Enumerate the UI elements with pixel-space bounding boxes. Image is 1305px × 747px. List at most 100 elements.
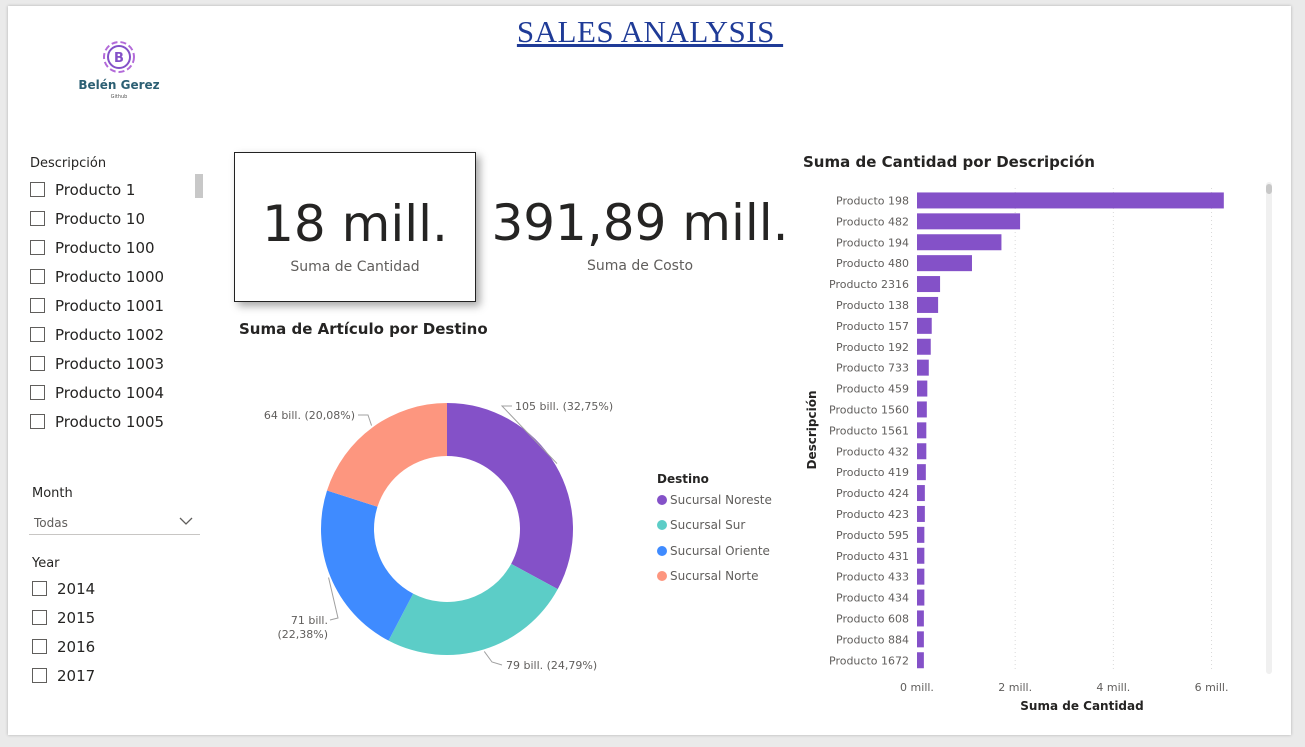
y-tick-label: Producto 432 [836,445,909,458]
bar[interactable] [917,547,925,564]
bar[interactable] [917,568,925,585]
checkbox[interactable] [32,581,47,596]
descripcion-slicer-scrollbar[interactable] [195,174,203,198]
descripcion-slicer-item-label: Producto 10 [55,209,145,228]
bar[interactable] [917,652,924,669]
donut-legend-item[interactable]: Sucursal Oriente [657,544,770,558]
bar-chart-scrollbar-thumb[interactable] [1266,184,1272,194]
donut-legend-label: Sucursal Sur [670,518,746,533]
bar[interactable] [917,464,926,481]
bar[interactable] [917,631,924,648]
year-slicer-item[interactable]: 2016 [32,632,95,661]
descripcion-slicer-item-label: Producto 1 [55,180,136,199]
donut-slice[interactable] [321,490,414,641]
y-tick-label: Producto 482 [836,215,909,228]
year-slicer-item[interactable]: 2015 [32,603,95,632]
donut-slice[interactable] [388,563,558,655]
descripcion-slicer-item-label: Producto 1002 [55,325,165,344]
bar[interactable] [917,276,941,293]
x-tick-label: 2 mill. [998,681,1032,694]
checkbox[interactable] [30,269,45,284]
descripcion-slicer-item[interactable]: Producto 1 [30,175,164,204]
bar[interactable] [917,213,1021,230]
year-slicer-list: 2014 2015 2016 2017 [32,574,95,690]
y-tick-label: Producto 423 [836,508,909,521]
donut-legend-item[interactable]: Sucursal Sur [657,518,745,532]
checkbox[interactable] [30,385,45,400]
donut-legend-item[interactable]: Sucursal Norte [657,569,758,583]
donut-legend-label: Sucursal Noreste [670,493,772,507]
bar[interactable] [917,380,928,397]
descripcion-slicer-item[interactable]: Producto 100 [30,233,164,262]
bar-chart-title: Suma de Cantidad por Descripción [803,153,1095,171]
donut-data-label: 105 bill. (32,75%) [515,400,613,413]
checkbox[interactable] [30,182,45,197]
y-tick-label: Producto 1672 [829,654,909,667]
checkbox[interactable] [30,298,45,313]
bar[interactable] [917,192,1224,209]
bar[interactable] [917,589,925,606]
donut-legend-item[interactable]: Sucursal Noreste [657,493,772,507]
checkbox[interactable] [30,414,45,429]
checkbox[interactable] [32,668,47,683]
descripcion-slicer-item[interactable]: Producto 10 [30,204,164,233]
descripcion-slicer-item[interactable]: Producto 1004 [30,378,164,407]
descripcion-slicer-item[interactable]: Producto 1005 [30,407,164,436]
y-tick-label: Producto 434 [836,592,909,605]
bar[interactable] [917,610,924,627]
kpi-card-cantidad: 18 mill. Suma de Cantidad [234,152,476,302]
y-tick-label: Producto 2316 [829,278,909,291]
checkbox[interactable] [32,610,47,625]
checkbox[interactable] [30,356,45,371]
bar[interactable] [917,526,925,543]
y-tick-label: Producto 1561 [829,424,909,437]
month-dropdown[interactable]: Todas [29,508,200,535]
x-tick-label: 0 mill. [900,681,934,694]
bar[interactable] [917,234,1002,251]
checkbox[interactable] [30,240,45,255]
year-slicer-item-label: 2017 [57,666,96,685]
descripcion-slicer-item-label: Producto 1000 [55,267,165,286]
descripcion-slicer-item[interactable]: Producto 1001 [30,291,164,320]
bar[interactable] [917,505,925,522]
bar-chart: 0 mill. 2 mill. 4 mill. 6 mill. Producto 198… [805,188,1228,713]
descripcion-slicer-item[interactable]: Producto 1003 [30,349,164,378]
x-axis-title: Suma de Cantidad [1020,699,1143,713]
year-slicer-title: Year [32,556,60,571]
bar[interactable] [917,443,927,460]
y-tick-label: Producto 419 [836,466,909,479]
logo-icon: B [103,41,135,73]
checkbox[interactable] [32,639,47,654]
y-tick-label: Producto 194 [836,236,909,249]
checkbox[interactable] [30,327,45,342]
donut-legend-title: Destino [657,472,709,486]
bar[interactable] [917,485,925,502]
bar[interactable] [917,317,932,334]
bar[interactable] [917,422,927,439]
y-tick-label: Producto 480 [836,257,909,270]
kpi-costo-value: 391,89 mill. [491,194,789,252]
descripcion-slicer-item-label: Producto 1004 [55,383,165,402]
descripcion-slicer-item-label: Producto 1005 [55,412,165,431]
year-slicer-item[interactable]: 2017 [32,661,95,690]
month-dropdown-value: Todas [34,516,68,530]
bar-chart-scrollbar[interactable] [1266,182,1272,674]
donut-legend-label: Sucursal Norte [670,568,759,583]
descripcion-slicer-item[interactable]: Producto 1000 [30,262,164,291]
donut-slice[interactable] [447,403,574,590]
bar[interactable] [917,401,927,418]
kpi-card-costo: 391,89 mill. Suma de Costo [480,152,800,300]
descripcion-slicer-title: Descripción [30,156,107,171]
descripcion-slicer-item-label: Producto 1001 [55,296,165,315]
bar[interactable] [917,255,972,272]
y-tick-label: Producto 433 [836,571,909,584]
bar[interactable] [917,296,939,313]
descripcion-slicer-item[interactable]: Producto 1002 [30,320,164,349]
bar[interactable] [917,338,931,355]
checkbox[interactable] [30,211,45,226]
year-slicer-item[interactable]: 2014 [32,574,95,603]
page-title: SALES ANALYSIS [516,14,784,49]
bar[interactable] [917,359,929,376]
kpi-costo-label: Suma de Costo [586,258,694,274]
donut-legend-label: Sucursal Oriente [670,543,770,558]
